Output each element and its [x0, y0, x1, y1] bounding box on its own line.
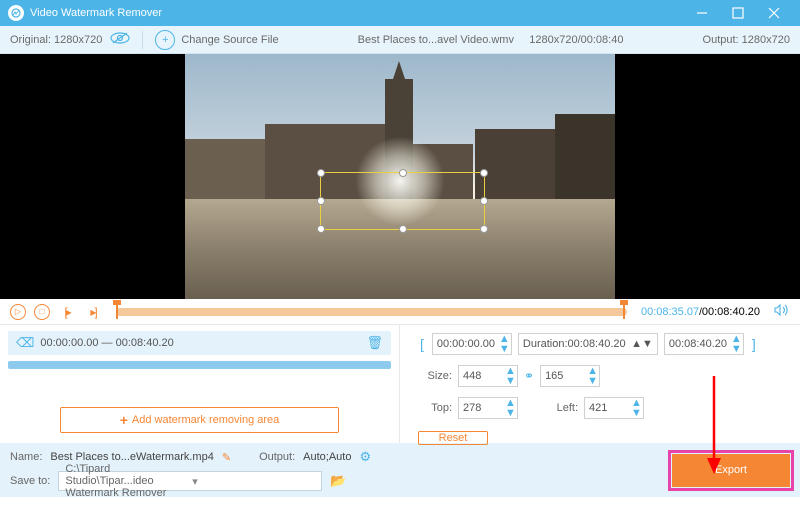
original-label: Original:: [10, 34, 51, 46]
resize-handle-bl[interactable]: [317, 225, 325, 233]
width-field[interactable]: 448▲▼: [458, 365, 518, 387]
output-settings-icon[interactable]: ⚙: [359, 449, 371, 465]
stop-button[interactable]: □: [34, 304, 50, 320]
video-frame[interactable]: [185, 54, 615, 299]
video-preview-area: [0, 54, 800, 299]
segment-range: 00:00:00.00 — 00:08:40.20: [40, 337, 366, 349]
maximize-button[interactable]: [720, 0, 756, 26]
watermark-selection-box[interactable]: [320, 172, 485, 230]
top-label: Top:: [418, 402, 452, 414]
current-filename: Best Places to...avel Video.wmv: [358, 34, 514, 46]
close-button[interactable]: [756, 0, 792, 26]
edit-name-icon[interactable]: ✎: [222, 451, 231, 464]
resize-handle-tl[interactable]: [317, 169, 325, 177]
bottom-bar: Name: Best Places to...eWatermark.mp4 ✎ …: [0, 443, 800, 497]
minimize-button[interactable]: [684, 0, 720, 26]
add-watermark-area-button[interactable]: + Add watermark removing area: [60, 407, 339, 433]
output-profile: Auto;Auto: [303, 451, 351, 463]
file-meta: 1280x720/00:08:40: [529, 34, 623, 46]
set-start-button[interactable]: [▸: [58, 304, 76, 320]
toolbar: Original: 1280x720 + Change Source File …: [0, 26, 800, 54]
properties-panel: [ 00:00:00.00▲▼ Duration:00:08:40.20▲▼ 0…: [400, 325, 800, 443]
resize-handle-mr[interactable]: [480, 197, 488, 205]
reset-button[interactable]: Reset: [418, 431, 488, 445]
volume-icon[interactable]: [774, 303, 790, 320]
total-time: 00:08:40.20: [702, 306, 760, 318]
export-button[interactable]: Export: [672, 454, 790, 487]
resize-handle-ml[interactable]: [317, 197, 325, 205]
resize-handle-bm[interactable]: [399, 225, 407, 233]
start-time-field[interactable]: 00:00:00.00▲▼: [432, 333, 512, 355]
timeline-slider[interactable]: [116, 308, 627, 316]
titlebar: Video Watermark Remover: [0, 0, 800, 26]
original-resolution: 1280x720: [54, 34, 102, 46]
segments-panel: ⌫ 00:00:00.00 — 00:08:40.20 🗑 + Add wate…: [0, 325, 400, 443]
bracket-start-icon[interactable]: [: [418, 336, 426, 352]
resize-handle-br[interactable]: [480, 225, 488, 233]
height-field[interactable]: 165▲▼: [540, 365, 600, 387]
timeline-start-marker[interactable]: [116, 305, 118, 319]
left-label: Left:: [544, 402, 578, 414]
plus-icon: +: [120, 412, 128, 428]
end-time-field[interactable]: 00:08:40.20▲▼: [664, 333, 744, 355]
set-end-button[interactable]: ▸]: [84, 304, 102, 320]
output-profile-label: Output:: [259, 451, 295, 463]
duration-field[interactable]: Duration:00:08:40.20▲▼: [518, 333, 658, 355]
browse-folder-icon[interactable]: 📂: [330, 473, 346, 489]
preview-toggle-icon[interactable]: [110, 31, 130, 48]
app-title: Video Watermark Remover: [30, 7, 684, 19]
play-button[interactable]: ▷: [10, 304, 26, 320]
saveto-label: Save to:: [10, 475, 50, 487]
segment-bar[interactable]: [8, 361, 391, 369]
name-label: Name:: [10, 451, 42, 463]
app-logo-icon: [8, 5, 24, 21]
left-field[interactable]: 421▲▼: [584, 397, 644, 419]
dropdown-icon[interactable]: ▾: [192, 475, 315, 488]
resize-handle-tm[interactable]: [399, 169, 407, 177]
playback-bar: ▷ □ [▸ ▸] 00:08:35.07/00:08:40.20: [0, 299, 800, 325]
change-source-button[interactable]: Change Source File: [181, 34, 278, 46]
add-source-icon[interactable]: +: [155, 30, 175, 50]
bracket-end-icon[interactable]: ]: [750, 336, 758, 352]
eraser-icon: ⌫: [16, 335, 34, 351]
size-label: Size:: [418, 370, 452, 382]
output-label: Output:: [703, 34, 739, 46]
output-name: Best Places to...eWatermark.mp4: [50, 451, 213, 463]
delete-segment-icon[interactable]: 🗑: [366, 335, 383, 351]
current-time: 00:08:35.07: [641, 306, 699, 318]
timeline-end-marker[interactable]: [623, 305, 625, 319]
segment-item[interactable]: ⌫ 00:00:00.00 — 00:08:40.20 🗑: [8, 331, 391, 355]
saveto-path-field[interactable]: C:\Tipard Studio\Tipar...ideo Watermark …: [58, 471, 322, 491]
top-field[interactable]: 278▲▼: [458, 397, 518, 419]
resize-handle-tr[interactable]: [480, 169, 488, 177]
output-resolution: 1280x720: [742, 34, 790, 46]
link-aspect-icon[interactable]: ⚭: [524, 369, 534, 383]
time-display: 00:08:35.07/00:08:40.20: [641, 306, 760, 318]
